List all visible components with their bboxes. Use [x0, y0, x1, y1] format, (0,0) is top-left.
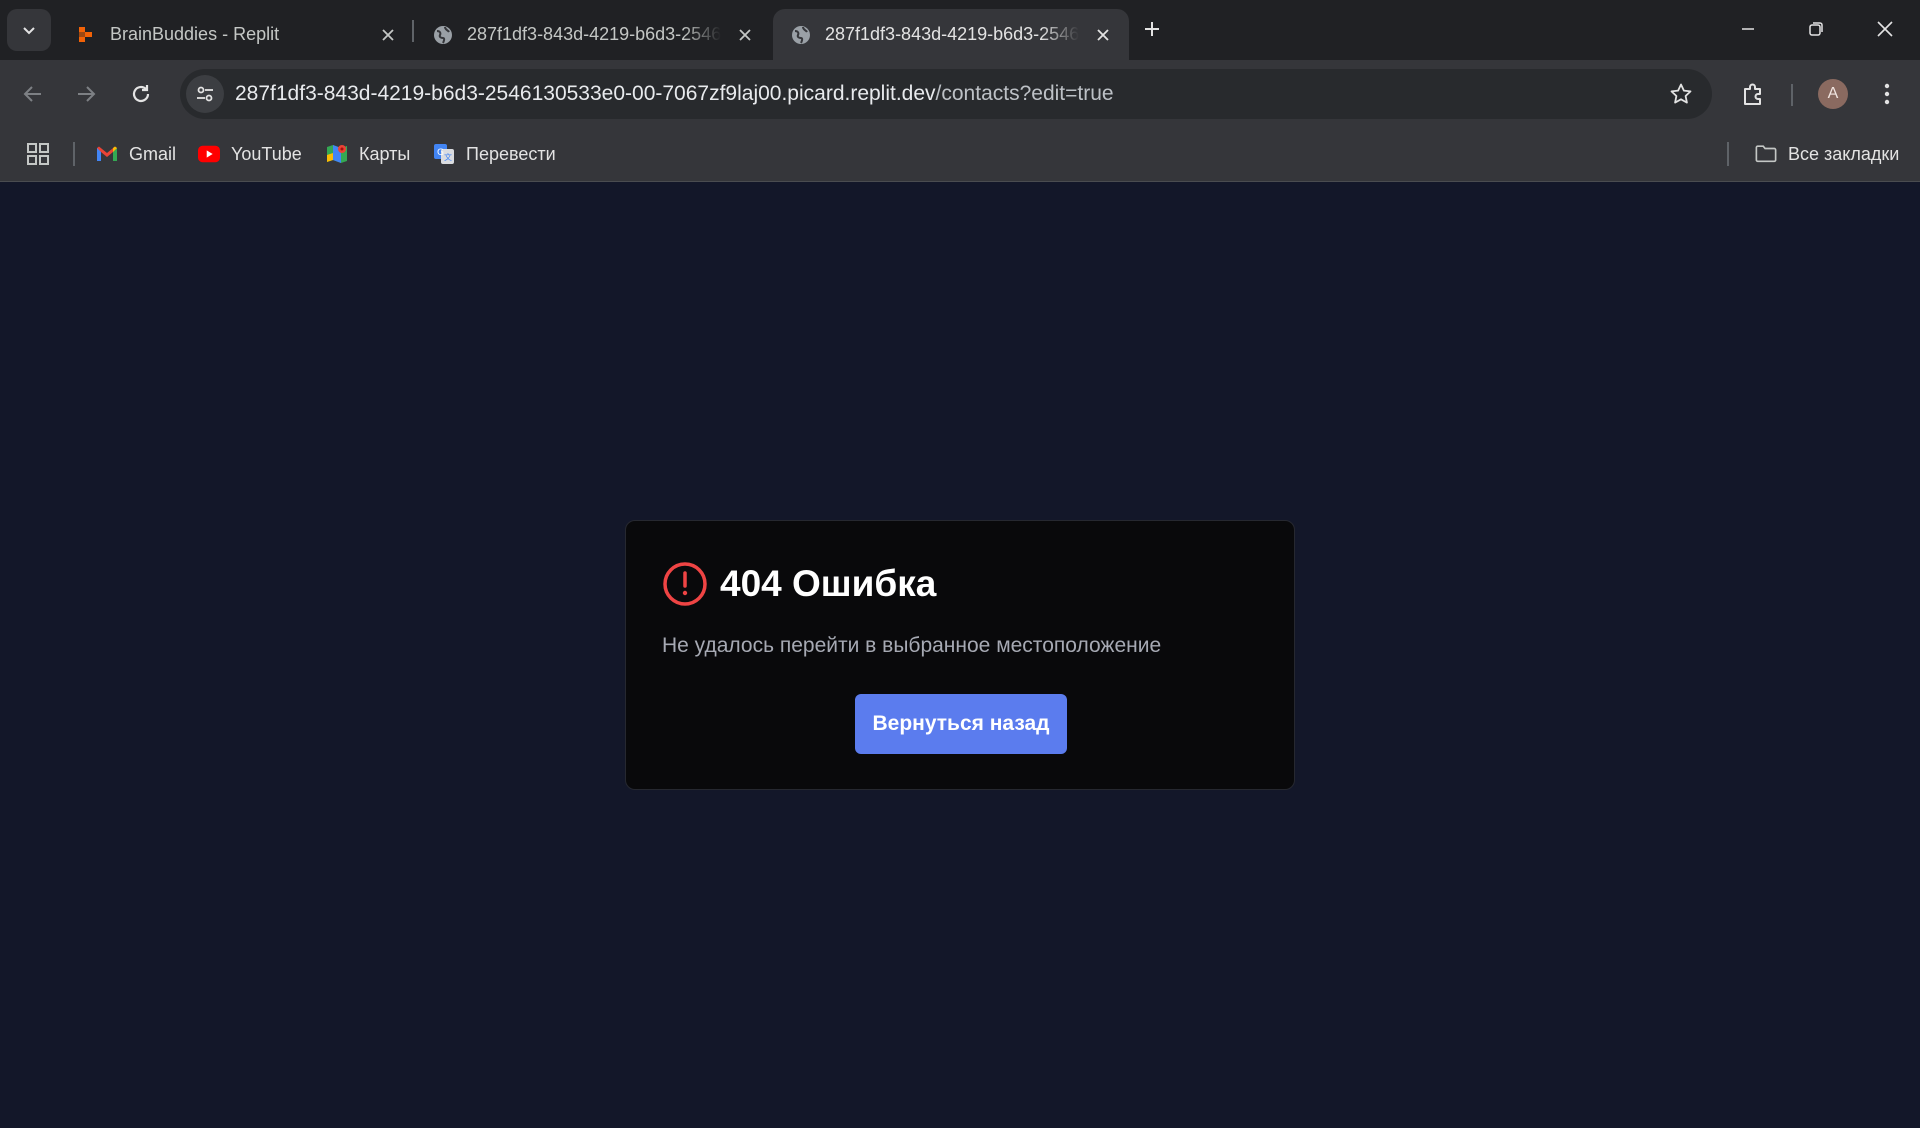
tab-divider — [412, 20, 414, 42]
reload-icon — [132, 85, 150, 103]
arrow-right-icon — [78, 86, 96, 102]
svg-text:G: G — [437, 148, 444, 158]
bookmark-maps[interactable]: Карты — [326, 138, 410, 170]
tab-title: BrainBuddies - Replit — [110, 24, 280, 44]
url-path: /contacts?edit=true — [935, 82, 1114, 105]
window-close-button[interactable] — [1861, 8, 1909, 50]
bookmark-label: YouTube — [231, 143, 302, 164]
bookmark-translate[interactable]: G文 Перевести — [433, 138, 556, 170]
address-bar[interactable]: 287f1df3-843d-4219-b6d3-2546130533e0-00-… — [180, 69, 1712, 119]
back-nav-button[interactable] — [16, 77, 50, 111]
tab-replit-dev-1[interactable]: 287f1df3-843d-4219-b6d3-2546130533e0-00-… — [415, 9, 771, 60]
close-icon[interactable] — [733, 23, 757, 47]
tune-icon — [197, 86, 213, 102]
toolbar-divider — [1791, 84, 1793, 106]
extensions-button[interactable] — [1738, 77, 1770, 111]
bookmark-label: Gmail — [129, 143, 177, 164]
tab-brainbuddies[interactable]: BrainBuddies - Replit — [58, 9, 414, 60]
error-title: 404 Ошибка — [720, 563, 937, 604]
close-icon[interactable] — [376, 23, 400, 47]
tab-strip: BrainBuddies - Replit 287f1df3-843d-4219… — [0, 0, 1920, 60]
star-icon — [1670, 83, 1692, 104]
all-bookmarks-label: Все закладки — [1788, 143, 1900, 164]
tab-replit-dev-2[interactable]: 287f1df3-843d-4219-b6d3-2546130533e0-00-… — [773, 9, 1129, 60]
profile-avatar[interactable]: A — [1818, 79, 1848, 109]
restore-button[interactable] — [1792, 8, 1840, 50]
youtube-icon — [198, 143, 220, 165]
tab-search-button[interactable] — [7, 9, 51, 51]
gmail-icon — [96, 143, 118, 165]
folder-icon — [1755, 143, 1777, 165]
tab-title: 287f1df3-843d-4219-b6d3-2546130533e0-00-… — [467, 24, 721, 44]
apps-grid-icon[interactable] — [26, 142, 50, 166]
close-icon — [1877, 21, 1893, 37]
puzzle-icon — [1744, 83, 1761, 105]
plus-icon — [1145, 22, 1159, 36]
bookmark-youtube[interactable]: YouTube — [198, 138, 302, 170]
minimize-icon — [1742, 28, 1754, 30]
bookmark-label: Карты — [359, 143, 411, 164]
new-tab-button[interactable] — [1137, 14, 1167, 44]
chevron-down-icon — [23, 27, 35, 35]
globe-icon — [433, 25, 453, 45]
minimize-button[interactable] — [1724, 8, 1772, 50]
url-host: 287f1df3-843d-4219-b6d3-2546130533e0-00-… — [235, 82, 936, 105]
close-icon[interactable] — [1091, 23, 1115, 47]
browser-toolbar: 287f1df3-843d-4219-b6d3-2546130533e0-00-… — [0, 60, 1920, 128]
error-header: 404 Ошибка — [662, 561, 936, 607]
error-message: Не удалось перейти в выбранное местополо… — [662, 634, 1162, 657]
site-info-button[interactable] — [186, 75, 224, 113]
translate-icon: G文 — [433, 143, 455, 165]
replit-icon — [76, 25, 96, 45]
svg-text:文: 文 — [444, 152, 452, 162]
error-card: 404 Ошибка Не удалось перейти в выбранно… — [625, 520, 1295, 790]
forward-nav-button[interactable] — [69, 77, 103, 111]
restore-icon — [1809, 22, 1823, 36]
all-bookmarks-button[interactable]: Все закладки — [1755, 138, 1899, 170]
arrow-left-icon — [23, 86, 41, 102]
tab-title: 287f1df3-843d-4219-b6d3-2546130533e0-00-… — [825, 24, 1079, 44]
bookmarks-divider — [1727, 142, 1729, 166]
bookmark-gmail[interactable]: Gmail — [96, 138, 176, 170]
page-viewport: 404 Ошибка Не удалось перейти в выбранно… — [0, 183, 1920, 1128]
globe-icon — [791, 25, 811, 45]
browser-menu-button[interactable] — [1874, 77, 1900, 111]
bookmark-star-button[interactable] — [1668, 81, 1694, 107]
bookmark-label: Перевести — [466, 143, 556, 164]
more-vertical-icon — [1884, 83, 1890, 105]
url-text[interactable]: 287f1df3-843d-4219-b6d3-2546130533e0-00-… — [235, 82, 1114, 106]
maps-icon — [326, 143, 348, 165]
bookmarks-bar: Gmail YouTube Карты G文 Перевести Все зак… — [0, 128, 1920, 182]
go-back-button[interactable]: Вернуться назад — [855, 694, 1067, 754]
reload-button[interactable] — [124, 77, 158, 111]
alert-circle-icon — [663, 562, 707, 606]
bookmarks-divider — [73, 142, 75, 166]
